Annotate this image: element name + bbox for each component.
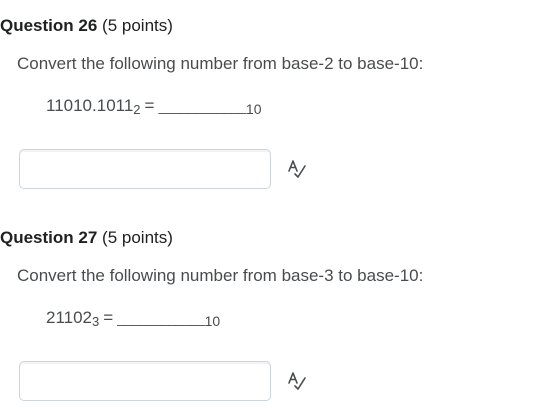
question-title: Question 26 [0, 16, 98, 35]
question-title: Question 27 [0, 228, 98, 247]
question-expression: 211023 = ____________10 [46, 306, 220, 330]
source-number: 21102 [46, 308, 93, 327]
question-prompt: Convert the following number from base-3… [17, 266, 424, 285]
answer-input[interactable] [19, 361, 271, 401]
question-prompt: Convert the following number from base-2… [17, 54, 424, 73]
source-base: 3 [92, 314, 100, 329]
source-number: 11010.1011 [46, 96, 134, 115]
answer-blank: ____________ [158, 98, 246, 114]
target-base: 10 [245, 101, 262, 117]
question-points: (5 points) [102, 228, 173, 247]
source-base: 2 [133, 102, 141, 117]
answer-blank: ____________ [117, 310, 205, 326]
equals-sign: = [144, 96, 155, 115]
target-base: 10 [204, 313, 221, 329]
spell-check-icon[interactable] [286, 370, 308, 392]
question-header: Question 27 (5 points) [0, 226, 173, 250]
question-header: Question 26 (5 points) [0, 14, 173, 38]
spell-check-icon[interactable] [286, 158, 308, 180]
equals-sign: = [103, 308, 114, 327]
answer-input[interactable] [19, 149, 271, 189]
question-expression: 11010.10112 = ____________10 [46, 94, 261, 118]
question-points: (5 points) [102, 16, 173, 35]
